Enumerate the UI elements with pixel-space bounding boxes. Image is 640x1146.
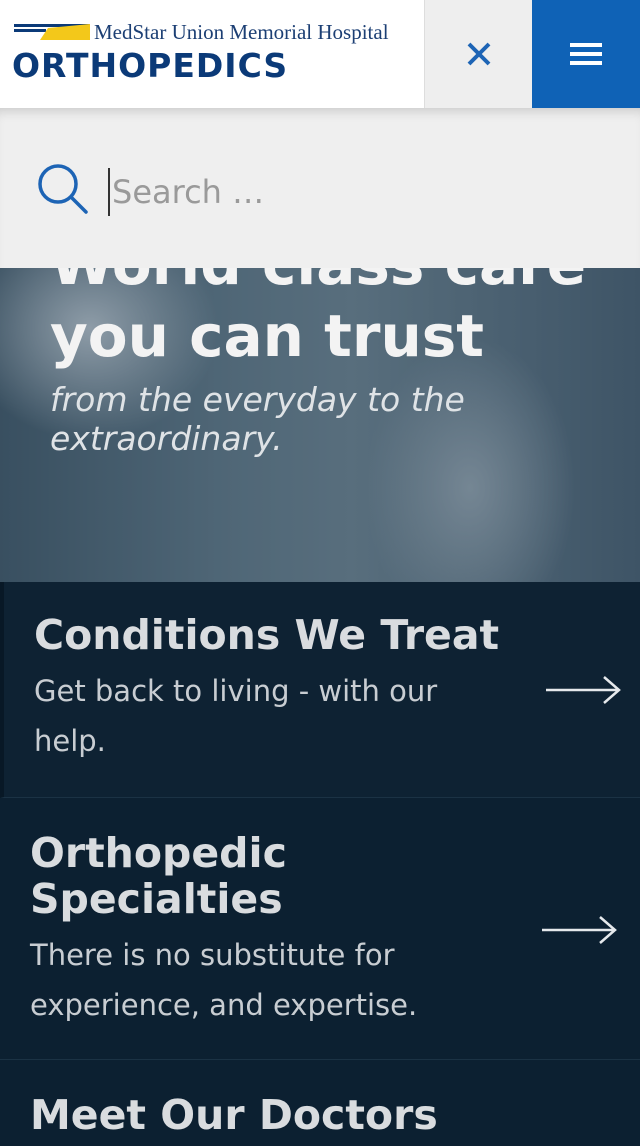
card-orthopedic-specialties[interactable]: Orthopedic Specialties There is no subst… (0, 798, 640, 1060)
site-header: MedStar Union Memorial Hospital ORTHOPED… (0, 0, 640, 108)
arrow-right-icon (546, 676, 621, 704)
card-title: Conditions We Treat (34, 611, 500, 659)
medstar-logo-mark-icon (14, 24, 90, 40)
close-icon (467, 42, 490, 66)
hero-subtitle: from the everyday to the extraordinary. (50, 380, 465, 458)
card-title: Orthopedic Specialties (30, 829, 287, 923)
hospital-name: MedStar Union Memorial Hospital (94, 20, 389, 44)
search-icon[interactable] (36, 162, 90, 216)
search-panel (0, 108, 640, 268)
card-title: Meet Our Doctors (30, 1091, 438, 1139)
card-description: Get back to living - with our help. (34, 674, 438, 758)
site-logo[interactable]: MedStar Union Memorial Hospital ORTHOPED… (12, 18, 412, 88)
card-meet-our-doctors[interactable]: Meet Our Doctors (0, 1060, 640, 1146)
card-conditions-we-treat[interactable]: Conditions We Treat Get back to living -… (0, 582, 640, 798)
hero-banner: World class care you can trust from the … (0, 268, 640, 582)
search-input[interactable] (108, 168, 588, 216)
card-description: There is no substitute for experience, a… (30, 938, 418, 1022)
hamburger-menu-icon (570, 43, 602, 65)
menu-button[interactable] (532, 0, 640, 108)
hero-title: World class care you can trust (50, 268, 586, 370)
close-search-button[interactable] (424, 0, 532, 108)
brand-title: ORTHOPEDICS (12, 46, 289, 85)
arrow-right-icon (542, 916, 617, 944)
